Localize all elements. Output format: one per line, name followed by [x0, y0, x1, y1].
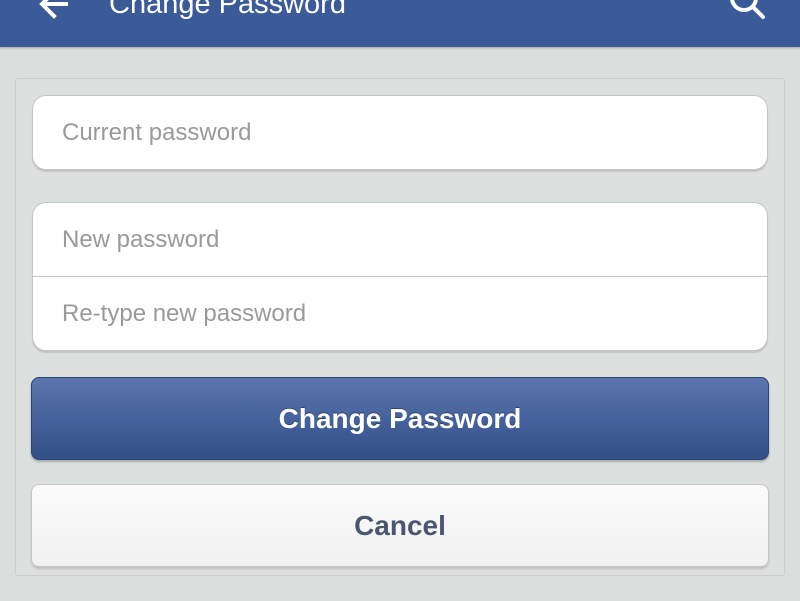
retype-password-field[interactable] — [33, 277, 767, 350]
change-password-button[interactable]: Change Password — [31, 377, 769, 460]
app-bar: Change Password — [0, 0, 800, 47]
new-password-group — [32, 202, 768, 351]
search-icon[interactable] — [726, 0, 766, 24]
current-password-group — [32, 95, 768, 170]
back-arrow-icon[interactable] — [36, 0, 72, 22]
cancel-button[interactable]: Cancel — [31, 484, 769, 567]
new-password-field[interactable] — [33, 203, 767, 276]
current-password-field[interactable] — [33, 96, 767, 169]
page-title: Change Password — [109, 0, 346, 20]
